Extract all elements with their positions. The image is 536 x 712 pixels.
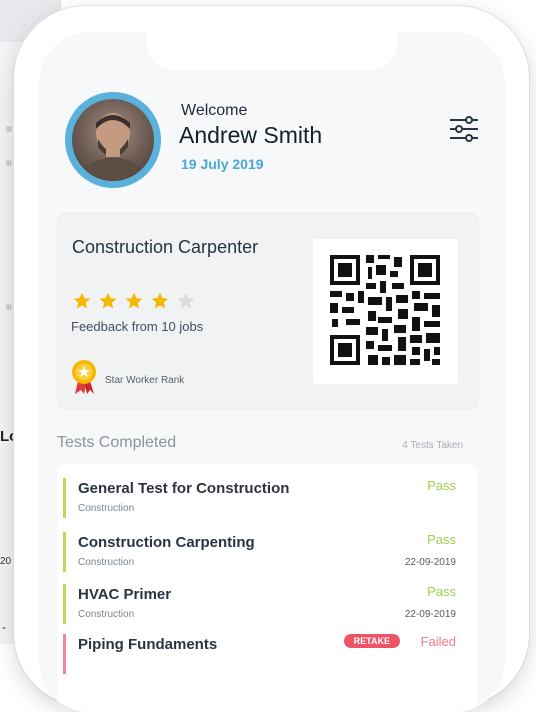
retake-button[interactable]: RETAKE xyxy=(343,634,400,648)
test-date: 22-09-2019 xyxy=(404,557,456,568)
list-item[interactable]: HVAC Primer Construction Pass 22-09-2019 xyxy=(63,584,468,628)
profile-card: Construction Carpenter Feedback from 10 … xyxy=(57,212,479,410)
rank-label: Star Worker Rank xyxy=(105,375,185,386)
star-filled-icon xyxy=(99,292,117,309)
background-icon xyxy=(6,160,12,166)
welcome-text: Welcome xyxy=(181,102,248,119)
tests-count: 4 Tests Taken xyxy=(402,440,463,451)
section-title: Tests Completed xyxy=(57,434,177,451)
tests-list: General Test for Construction Constructi… xyxy=(57,464,477,712)
phone-screen: Welcome Andrew Smith 19 July 2019 Constr… xyxy=(39,32,505,712)
user-name: Andrew Smith xyxy=(179,122,323,148)
job-title: Construction Carpenter xyxy=(72,237,259,257)
feedback-text: Feedback from 10 jobs xyxy=(71,319,204,334)
background-text: 20 xyxy=(0,556,12,567)
test-name: Construction Carpenting xyxy=(78,534,255,551)
status-indicator xyxy=(63,634,66,674)
phone-notch xyxy=(147,32,397,70)
avatar[interactable] xyxy=(65,92,161,188)
status-indicator xyxy=(63,478,66,518)
status-indicator xyxy=(63,584,66,624)
filter-settings-icon[interactable] xyxy=(447,112,481,146)
test-name: Piping Fundaments xyxy=(78,636,218,653)
star-filled-icon xyxy=(151,292,169,309)
star-filled-icon xyxy=(125,292,143,309)
list-item[interactable]: General Test for Construction Constructi… xyxy=(63,478,468,522)
test-category: Construction xyxy=(78,609,135,620)
test-category: Construction xyxy=(78,557,135,568)
phone-frame: Welcome Andrew Smith 19 July 2019 Constr… xyxy=(14,6,529,712)
status-indicator xyxy=(63,532,66,572)
star-filled-icon xyxy=(73,292,91,309)
medal-icon xyxy=(70,359,98,395)
star-empty-icon xyxy=(177,292,195,309)
qr-code[interactable] xyxy=(313,239,458,384)
test-status: Pass xyxy=(427,478,456,493)
test-name: General Test for Construction xyxy=(78,480,290,497)
test-date: 22-09-2019 xyxy=(404,609,456,620)
test-name: HVAC Primer xyxy=(78,586,172,603)
background-icon xyxy=(6,304,12,310)
list-item[interactable]: Piping Fundaments RETAKE Failed xyxy=(63,634,468,678)
profile-photo xyxy=(72,99,154,181)
header-date: 19 July 2019 xyxy=(181,156,264,172)
star-rating xyxy=(72,291,196,311)
list-item[interactable]: Construction Carpenting Construction Pas… xyxy=(63,532,468,576)
test-status: Pass xyxy=(427,584,456,599)
background-text: - xyxy=(2,620,6,634)
background-icon xyxy=(6,126,12,132)
test-status: Pass xyxy=(427,532,456,547)
test-status: Failed xyxy=(420,634,456,649)
test-category: Construction xyxy=(78,503,135,514)
